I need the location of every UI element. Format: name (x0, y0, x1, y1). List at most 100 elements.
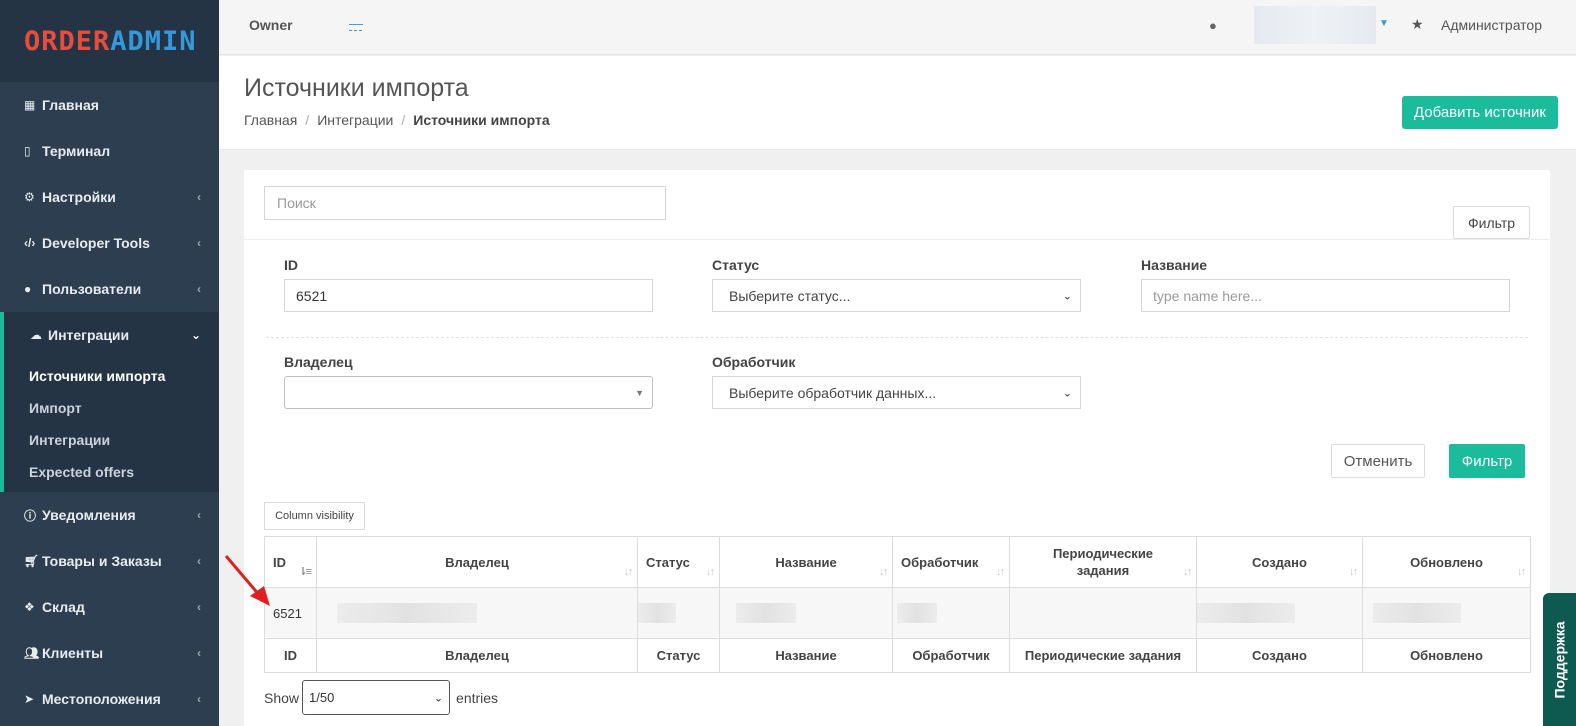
footer-status: Статус (637, 638, 720, 673)
status-select[interactable]: Выберите статус... ⌄ (712, 279, 1081, 312)
sidebar-item-warehouse[interactable]: ❖ Склад ‹ (0, 584, 219, 630)
column-visibility-button[interactable]: Column visibility (264, 502, 365, 530)
annotation-arrow-icon (224, 555, 270, 606)
chevron-down-icon: ⌄ (190, 328, 201, 342)
column-header-handler[interactable]: Обработчик ↓↑ (892, 536, 1010, 588)
cubes-icon: ❖ (24, 600, 35, 614)
per-page-select[interactable]: 1/50 ⌄ (302, 680, 451, 715)
main-panel: Поиск Фильтр ID 6521 Статус Выберите ста… (244, 170, 1550, 726)
chevron-left-icon: ‹ (197, 600, 201, 614)
sidebar-item-label: Клиенты (42, 645, 104, 661)
sidebar-item-settings[interactable]: ⚙ Настройки ‹ (0, 174, 219, 220)
logo[interactable]: ORDER ADMIN (0, 0, 219, 82)
handler-select[interactable]: Выберите обработчик данных... ⌄ (712, 376, 1081, 409)
breadcrumb-separator: / (401, 112, 406, 128)
submenu-item-expected-offers[interactable]: Expected offers (4, 456, 219, 488)
breadcrumb-separator: / (305, 112, 310, 128)
code-icon: ‹/› (24, 236, 36, 250)
redacted-value (1373, 603, 1461, 623)
add-source-button[interactable]: Добавить источник (1401, 96, 1558, 129)
column-header-status[interactable]: Статус ↓↑ (637, 536, 720, 588)
chevron-down-icon: ⌄ (1062, 387, 1072, 399)
cell-updated (1362, 587, 1531, 639)
sidebar-nav: ▦ Главная ▯ Терминал ⚙ Настройки ‹ ‹/› D… (0, 82, 219, 358)
breadcrumb-home[interactable]: Главная (244, 112, 297, 128)
table-header-row: ID ⇂≡ Владелец ↓↑ Статус ↓↑ Название ↓↑ Обра… (264, 536, 1531, 588)
sort-icon: ↓↑ (706, 566, 715, 578)
search-input[interactable]: Поиск (264, 186, 666, 220)
admin-label[interactable]: Администратор (1441, 17, 1542, 33)
sidebar-item-label: Товары и Заказы (42, 553, 162, 569)
sidebar-item-products-orders[interactable]: 🛒︎ Товары и Заказы ‹ (0, 538, 219, 584)
sidebar-item-label: Уведомления (42, 507, 136, 523)
breadcrumb-integrations[interactable]: Интеграции (317, 112, 393, 128)
location-arrow-icon: ➤ (24, 692, 35, 706)
submenu-item-integrations[interactable]: Интеграции (4, 424, 219, 456)
cell-created (1196, 587, 1363, 639)
sidebar-item-label: Developer Tools (42, 235, 150, 251)
users-icon: 👥︎ (24, 646, 40, 660)
column-header-owner[interactable]: Владелец ↓↑ (316, 536, 638, 588)
owner-select[interactable]: — (349, 15, 363, 31)
id-field[interactable]: 6521 (284, 279, 653, 312)
chevron-left-icon: ‹ (197, 508, 201, 522)
cancel-button[interactable]: Отменить (1331, 444, 1425, 478)
sidebar-item-label: Настройки (42, 189, 116, 205)
sidebar-item-label: Местоположения (42, 691, 161, 707)
sidebar-item-home[interactable]: ▦ Главная (0, 82, 219, 128)
chevron-left-icon: ‹ (197, 554, 201, 568)
support-tab[interactable]: Поддержка (1543, 593, 1576, 726)
sort-icon: ↓↑ (1349, 566, 1358, 578)
user-icon: ● (24, 282, 32, 296)
user-dropdown[interactable] (1254, 6, 1376, 44)
sidebar-item-users[interactable]: ● Пользователи ‹ (0, 266, 219, 312)
divider (244, 239, 1550, 240)
sidebar-item-locations[interactable]: ➤ Местоположения ‹ (0, 676, 219, 722)
status-select-value: Выберите статус... (729, 287, 851, 304)
info-icon: ⓘ (24, 508, 37, 523)
column-header-created[interactable]: Создано ↓↑ (1196, 536, 1363, 588)
cell-name (719, 587, 893, 639)
footer-periodic-tasks: Периодические задания (1009, 638, 1197, 673)
terminal-icon: ▯ (24, 144, 31, 158)
sidebar-item-clients[interactable]: 👥︎ Клиенты ‹ (0, 630, 219, 676)
sidebar-item-developer-tools[interactable]: ‹/› Developer Tools ‹ (0, 220, 219, 266)
apply-filter-button[interactable]: Фильтр (1449, 444, 1525, 478)
submenu-item-import-sources[interactable]: Источники импорта (4, 360, 219, 392)
table-footer-row: ID Владелец Статус Название Обработчик П… (264, 638, 1531, 673)
handler-select-value: Выберите обработчик данных... (729, 384, 937, 401)
caret-down-icon: ▼ (635, 387, 644, 398)
redacted-value (736, 603, 796, 623)
owner-dropdown[interactable]: ▼ (284, 376, 653, 409)
redacted-value (337, 603, 477, 623)
sidebar-item-integrations[interactable]: ☁ Интеграции ⌄ (0, 312, 219, 358)
sidebar-item-terminal[interactable]: ▯ Терминал (0, 128, 219, 174)
cell-handler (892, 587, 1010, 639)
chevron-left-icon: ‹ (197, 190, 201, 204)
submenu-item-import[interactable]: Импорт (4, 392, 219, 424)
status-label: Статус (712, 257, 760, 273)
owner-filter-label: Владелец (284, 354, 353, 370)
sidebar-item-notifications[interactable]: ⓘ Уведомления ‹ (0, 492, 219, 538)
filter-toggle-button[interactable]: Фильтр (1453, 206, 1530, 239)
redacted-value (1197, 603, 1295, 623)
column-header-name[interactable]: Название ↓↑ (719, 536, 893, 588)
support-tab-label: Поддержка (1551, 620, 1568, 699)
chevron-left-icon: ‹ (197, 646, 201, 660)
sort-icon: ↓↑ (879, 566, 888, 578)
name-label: Название (1141, 257, 1208, 273)
caret-down-icon[interactable]: ▼ (1379, 18, 1389, 29)
entries-label: entries (456, 689, 499, 706)
chevron-down-icon: ⌄ (433, 692, 444, 704)
footer-handler: Обработчик (892, 638, 1010, 673)
sort-icon: ↓↑ (1517, 566, 1526, 578)
column-header-periodic-tasks[interactable]: Периодические задания ↓↑ (1009, 536, 1197, 588)
column-header-updated[interactable]: Обновлено ↓↑ (1362, 536, 1531, 588)
redacted-value (897, 603, 937, 623)
name-field[interactable]: type name here... (1141, 279, 1510, 312)
page-title: Источники импорта (244, 74, 469, 102)
footer-owner: Владелец (316, 638, 638, 673)
table-row[interactable]: 6521 (264, 587, 1531, 639)
sort-icon: ↓↑ (996, 566, 1005, 578)
footer-created: Создано (1196, 638, 1363, 673)
